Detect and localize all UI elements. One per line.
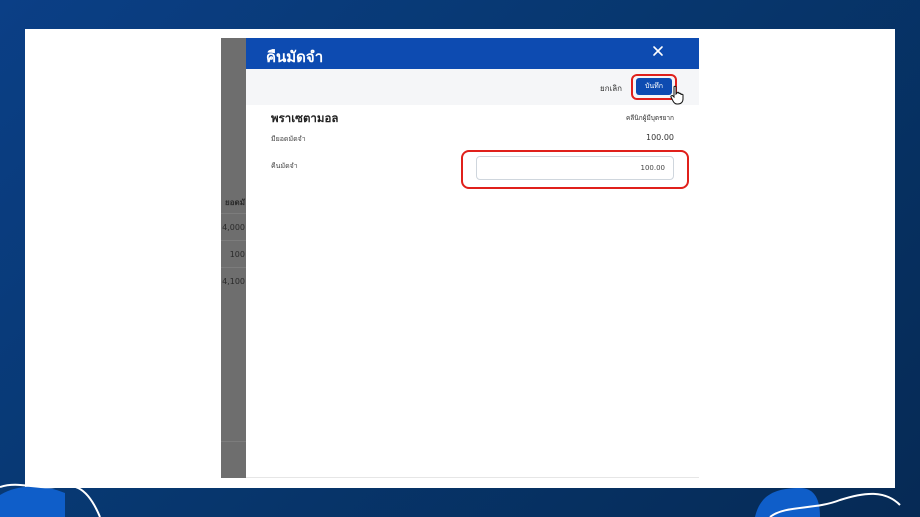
background-table-panel: ยอดมั 4,000 100 4,100 xyxy=(221,38,246,478)
modal-bottom-border xyxy=(246,477,699,478)
modal-title: คืนมัดจำ xyxy=(266,48,324,66)
table-row: 4,000 xyxy=(222,223,245,232)
table-row: 4,100 xyxy=(222,277,245,286)
table-divider xyxy=(221,267,246,268)
modal-toolbar: ยกเลิก บันทึก xyxy=(246,69,699,105)
modal-header: คืนมัดจำ xyxy=(246,38,699,69)
save-button[interactable]: บันทึก xyxy=(636,78,672,95)
deposit-label: มียอดมัดจำ xyxy=(271,135,306,143)
hand-cursor-icon xyxy=(670,85,684,105)
table-divider xyxy=(221,240,246,241)
customer-name: พราเซตามอล xyxy=(271,111,339,125)
customer-clinic-link[interactable]: คลีนิกผู้มีบุตรยาก xyxy=(626,113,674,123)
close-icon[interactable] xyxy=(651,44,665,58)
decorative-wave-left xyxy=(0,483,101,517)
table-divider xyxy=(221,441,246,442)
refund-amount-input[interactable] xyxy=(476,156,674,180)
cancel-button[interactable]: ยกเลิก xyxy=(600,82,622,95)
deposit-value: 100.00 xyxy=(646,133,674,142)
decorative-wave-right xyxy=(755,488,901,517)
table-row: 100 xyxy=(229,250,245,259)
background-table-header: ยอดมั xyxy=(225,198,245,207)
refund-label: คืนมัดจำ xyxy=(271,162,298,170)
table-divider xyxy=(221,213,246,214)
refund-deposit-modal: คืนมัดจำ ยกเลิก บันทึก พราเซตามอล คลีนิก… xyxy=(246,38,699,478)
